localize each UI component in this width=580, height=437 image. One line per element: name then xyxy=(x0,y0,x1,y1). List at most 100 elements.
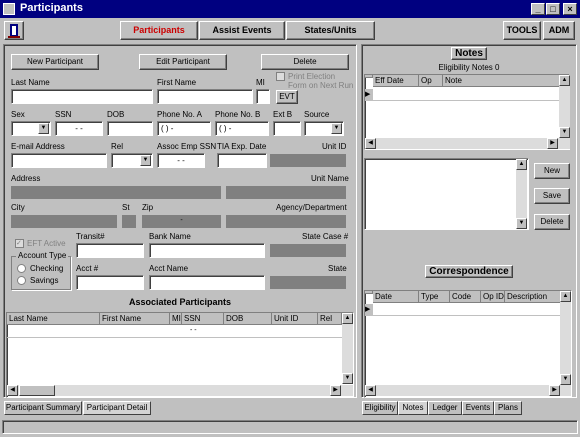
sex-select[interactable]: ▼ xyxy=(11,121,51,136)
mi-field[interactable] xyxy=(256,89,270,104)
phone-b-label: Phone No. B xyxy=(215,110,261,119)
email-field[interactable] xyxy=(11,153,107,168)
scroll-left-icon[interactable]: ◀ xyxy=(365,385,376,396)
scroll-left-icon[interactable]: ◀ xyxy=(7,385,18,396)
col-ssn[interactable]: SSN xyxy=(182,313,224,325)
correspondence-vscroll[interactable]: ▲ ▼ xyxy=(560,291,571,385)
col-first-name[interactable]: First Name xyxy=(100,313,170,325)
scroll-down-icon[interactable]: ▼ xyxy=(516,218,527,229)
tab-participants[interactable]: Participants xyxy=(120,21,198,40)
city-label: City xyxy=(11,203,25,212)
rel-select[interactable]: ▼ xyxy=(111,153,153,168)
scroll-up-icon[interactable]: ▲ xyxy=(342,313,353,324)
associated-vscroll[interactable]: ▲ ▼ xyxy=(342,313,353,384)
print-election-checkbox[interactable] xyxy=(276,72,285,81)
col-last-name[interactable]: Last Name xyxy=(7,313,100,325)
scroll-up-icon[interactable]: ▲ xyxy=(559,75,570,86)
tab-eligibility[interactable]: Eligibility xyxy=(362,401,398,415)
eft-active-checkbox[interactable]: ✓ xyxy=(15,239,24,248)
chevron-down-icon: ▼ xyxy=(331,123,342,134)
note-text-vscroll[interactable]: ▲ ▼ xyxy=(516,159,527,229)
scroll-down-icon[interactable]: ▼ xyxy=(559,127,570,138)
col-op[interactable]: Op xyxy=(419,75,443,87)
ext-b-field[interactable] xyxy=(273,121,301,136)
phone-a-label: Phone No. A xyxy=(157,110,202,119)
acct-name-field[interactable] xyxy=(149,275,265,290)
note-new-button[interactable]: New xyxy=(534,163,570,179)
scroll-right-icon[interactable]: ▶ xyxy=(547,138,558,149)
tab-participant-summary[interactable]: Participant Summary xyxy=(4,401,82,415)
tab-notes[interactable]: Notes xyxy=(398,401,428,415)
acct-num-field[interactable] xyxy=(76,275,144,290)
tab-events[interactable]: Events xyxy=(462,401,494,415)
acct-name-label: Acct Name xyxy=(149,264,189,273)
tab-states-units[interactable]: States/Units xyxy=(286,21,375,40)
close-icon[interactable]: × xyxy=(563,3,577,15)
tab-plans[interactable]: Plans xyxy=(494,401,522,415)
col-date[interactable]: Date xyxy=(373,291,419,303)
scroll-up-icon[interactable]: ▲ xyxy=(560,291,571,302)
ssn-field[interactable]: - - xyxy=(55,121,103,136)
scroll-down-icon[interactable]: ▼ xyxy=(560,374,571,385)
col-eff-date[interactable]: Eff Date xyxy=(373,75,419,87)
unit-name-label: Unit Name xyxy=(311,174,349,183)
correspondence-title-wrap: Correspondence xyxy=(361,265,577,278)
phone-b-field[interactable]: ( ) - xyxy=(215,121,269,136)
correspondence-hscroll[interactable]: ◀ ▶ xyxy=(365,385,571,396)
tia-exp-date-field[interactable] xyxy=(217,153,267,168)
savings-label: Savings xyxy=(30,276,59,285)
transit-field[interactable] xyxy=(76,243,144,258)
col-dob[interactable]: DOB xyxy=(224,313,272,325)
tab-assist-events[interactable]: Assist Events xyxy=(199,21,285,40)
tab-participant-detail[interactable]: Participant Detail xyxy=(83,401,151,415)
door-icon xyxy=(8,24,20,38)
unit-name-value xyxy=(226,186,346,199)
scroll-right-icon[interactable]: ▶ xyxy=(549,385,560,396)
tools-button[interactable]: TOOLS xyxy=(503,21,541,40)
maximize-icon[interactable]: □ xyxy=(546,3,560,15)
address-value xyxy=(11,186,221,199)
table-row[interactable] xyxy=(7,326,342,338)
col-description[interactable]: Description xyxy=(505,291,561,303)
notes-row[interactable] xyxy=(373,89,560,101)
tab-ledger[interactable]: Ledger xyxy=(428,401,462,415)
adm-button[interactable]: ADM xyxy=(543,21,575,40)
col-code[interactable]: Code xyxy=(450,291,481,303)
last-name-field[interactable] xyxy=(11,89,153,104)
checking-radio[interactable] xyxy=(17,264,26,273)
col-op-id[interactable]: Op ID xyxy=(481,291,505,303)
first-name-field[interactable] xyxy=(157,89,253,104)
assoc-emp-ssn-field[interactable]: - - xyxy=(157,153,205,168)
associated-hscroll[interactable]: ◀ ▶ xyxy=(7,385,353,396)
note-save-button[interactable]: Save xyxy=(534,188,570,204)
edit-participant-button[interactable]: Edit Participant xyxy=(139,54,227,70)
note-delete-button[interactable]: Delete xyxy=(534,214,570,230)
col-unit-id[interactable]: Unit ID xyxy=(272,313,318,325)
savings-radio[interactable] xyxy=(17,276,26,285)
unit-id-value xyxy=(270,154,346,167)
col-type[interactable]: Type xyxy=(419,291,450,303)
correspondence-row[interactable] xyxy=(373,304,561,316)
exit-door-icon[interactable] xyxy=(4,21,24,40)
note-text-area[interactable] xyxy=(364,158,529,230)
scroll-down-icon[interactable]: ▼ xyxy=(342,373,353,384)
notes-vscroll[interactable]: ▲ ▼ xyxy=(559,75,570,138)
minimize-icon[interactable]: _ xyxy=(531,3,545,15)
notes-hscroll[interactable]: ◀ ▶ xyxy=(365,138,570,149)
scroll-left-icon[interactable]: ◀ xyxy=(365,138,376,149)
phone-a-field[interactable]: ( ) - xyxy=(157,121,211,136)
scroll-up-icon[interactable]: ▲ xyxy=(516,159,527,170)
bank-name-field[interactable] xyxy=(149,243,265,258)
col-rel[interactable]: Rel xyxy=(318,313,342,325)
scroll-right-icon[interactable]: ▶ xyxy=(330,385,341,396)
dob-field[interactable] xyxy=(107,121,153,136)
st-label: St xyxy=(122,203,130,212)
city-value xyxy=(11,215,117,228)
col-mi[interactable]: MI xyxy=(170,313,182,325)
source-select[interactable]: ▼ xyxy=(304,121,344,136)
new-participant-button[interactable]: New Participant xyxy=(11,54,99,70)
delete-participant-button[interactable]: Delete xyxy=(261,54,349,70)
hscroll-thumb[interactable] xyxy=(19,385,55,396)
evt-button[interactable]: EVT xyxy=(276,90,298,104)
col-note[interactable]: Note xyxy=(443,75,560,87)
